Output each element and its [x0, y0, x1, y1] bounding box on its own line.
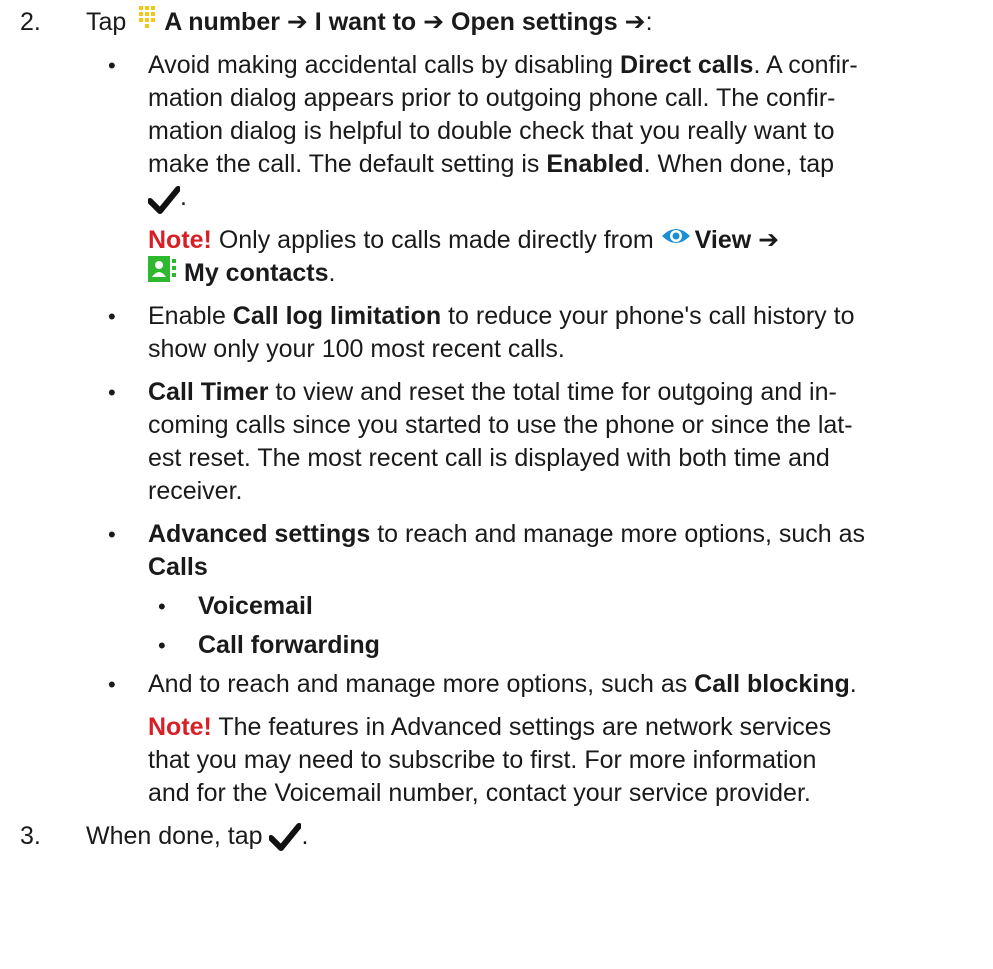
text-line: and for the Voicemail number, contact yo… — [148, 779, 811, 807]
direct-calls-text: Avoid making accidental calls by disabli… — [148, 49, 928, 215]
term-calls: Calls — [148, 553, 208, 581]
text-segment: And to reach and manage more options, su… — [148, 670, 695, 698]
call-log-text: Enable Call log limitation to reduce you… — [148, 300, 928, 366]
text-line: And to reach and manage more options, su… — [148, 668, 928, 701]
text-segment: make the call. The default setting is — [148, 150, 547, 178]
term-direct-calls: Direct calls — [620, 51, 754, 79]
text-segment: to view and reset the total time for out… — [268, 378, 837, 406]
call-timer-text: Call Timer to view and reset the total t… — [148, 376, 928, 508]
note-label: Note! — [148, 713, 212, 741]
text-line: mation dialog is helpful to double check… — [148, 117, 835, 145]
contacts-icon — [148, 256, 176, 283]
checkmark-icon — [148, 186, 180, 215]
colon: : — [645, 8, 653, 36]
text-segment: . — [849, 670, 857, 698]
text-segment: The features in Advanced settings are ne… — [211, 713, 832, 741]
text-line: Note! Only applies to calls made directl… — [148, 224, 948, 257]
bullet: • — [108, 53, 116, 78]
dialpad-icon — [139, 6, 156, 29]
step-number: 3. — [20, 822, 41, 850]
menu-path: A number ➔ I want to ➔ Open settings ➔ — [164, 8, 646, 36]
text-line: that you may need to subscribe to first.… — [148, 746, 817, 774]
text-line: Advanced settings to reach and manage mo… — [148, 518, 928, 551]
text-segment: . — [328, 259, 336, 287]
text-line: receiver. — [148, 477, 243, 505]
tap-word: Tap — [86, 8, 127, 36]
step-3-instruction: When done, tap . — [86, 820, 308, 853]
text-line: . — [148, 181, 928, 215]
bullet: • — [108, 522, 116, 547]
text-segment: Avoid making accidental calls by disabli… — [148, 51, 621, 79]
text-line: Call Timer to view and reset the total t… — [148, 376, 928, 409]
term-enabled: Enabled — [546, 150, 644, 178]
term-advanced-settings: Advanced settings — [148, 520, 371, 548]
term-voicemail: Voicemail — [198, 592, 313, 620]
text-segment: . When done, tap — [643, 150, 835, 178]
term-call-blocking: Call blocking — [694, 670, 850, 698]
step-number: 2. — [20, 8, 41, 36]
text-line: show only your 100 most recent calls. — [148, 335, 565, 363]
text-segment: . — [301, 822, 309, 850]
text-segment: . A confir- — [753, 51, 858, 79]
bullet: • — [108, 380, 116, 405]
text-line: My contacts. — [148, 256, 948, 290]
view-label: View ➔ — [694, 226, 780, 254]
text-line: Enable Call log limitation to reduce you… — [148, 300, 928, 333]
text-line: make the call. The default setting is En… — [148, 148, 928, 181]
step-2-instruction: Tap A number ➔ I want to ➔ Open settings… — [86, 6, 653, 39]
manual-page: 2. Tap A number ➔ I want to ➔ Open setti… — [0, 0, 993, 969]
text-line: mation dialog appears prior to outgoing … — [148, 84, 836, 112]
term-call-forwarding: Call forwarding — [198, 631, 380, 659]
note-label: Note! — [148, 226, 212, 254]
bullet: • — [158, 594, 166, 619]
text-segment: Only applies to calls made directly from — [211, 226, 661, 254]
term-call-log-limitation: Call log limitation — [232, 302, 442, 330]
note-direct-calls: Note! Only applies to calls made directl… — [148, 224, 948, 290]
text-segment: to reduce your phone's call history to — [441, 302, 855, 330]
eye-icon — [661, 229, 690, 244]
note-advanced-settings: Note! The features in Advanced settings … — [148, 711, 948, 810]
text-segment: Enable — [148, 302, 233, 330]
text-line: est reset. The most recent call is displ… — [148, 444, 830, 472]
text-segment: to reach and manage more options, such a… — [370, 520, 866, 548]
bullet: • — [158, 633, 166, 658]
call-blocking-text: And to reach and manage more options, su… — [148, 668, 928, 701]
text-line: coming calls since you started to use th… — [148, 411, 853, 439]
bullet: • — [108, 672, 116, 697]
text-segment: When done, tap — [86, 822, 270, 850]
text-segment: . — [180, 183, 187, 211]
bullet: • — [108, 304, 116, 329]
text-line: Avoid making accidental calls by disabli… — [148, 49, 928, 82]
advanced-settings-text: Advanced settings to reach and manage mo… — [148, 518, 928, 584]
text-line: Note! The features in Advanced settings … — [148, 711, 948, 744]
checkmark-icon — [269, 823, 302, 852]
contacts-label: My contacts — [184, 259, 329, 287]
term-call-timer: Call Timer — [148, 378, 269, 406]
